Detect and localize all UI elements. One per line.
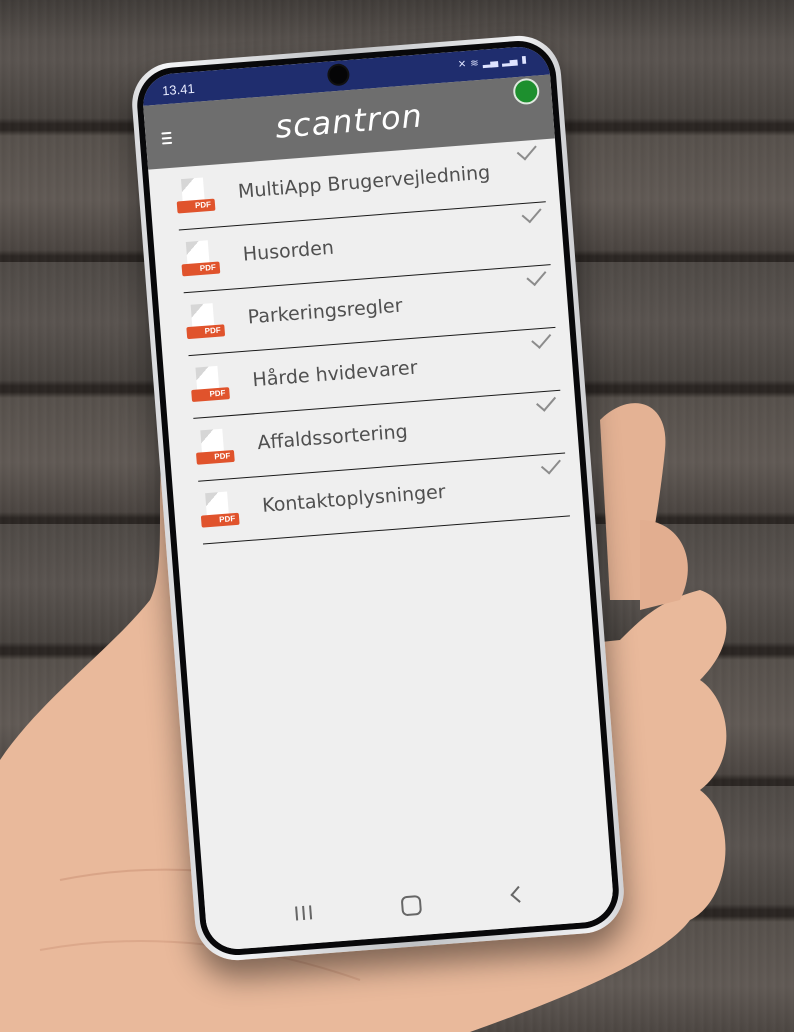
mute-icon: ✕	[457, 58, 467, 71]
checkmark-icon	[531, 328, 552, 349]
back-icon[interactable]	[510, 885, 528, 903]
phone: 13.41 ✕ ≋ ▂▄ ▂▄ ▮ scantron PDF MultiApp …	[129, 32, 627, 964]
pdf-file-icon: PDF	[189, 365, 232, 408]
document-title: MultiApp Brugervejledning	[237, 161, 491, 203]
pdf-file-icon: PDF	[199, 491, 242, 534]
pdf-file-icon: PDF	[194, 428, 237, 471]
front-camera	[328, 65, 349, 85]
document-title: Parkeringsregler	[246, 294, 404, 329]
checkmark-icon	[526, 265, 547, 287]
pdf-file-icon: PDF	[175, 177, 218, 220]
phone-screen: 13.41 ✕ ≋ ▂▄ ▂▄ ▮ scantron PDF MultiApp …	[140, 44, 616, 952]
status-time: 13.41	[161, 80, 196, 99]
home-icon[interactable]	[400, 894, 423, 917]
document-title: Hårde hvidevarer	[251, 356, 419, 392]
pdf-badge: PDF	[195, 449, 235, 465]
pdf-file-icon: PDF	[185, 302, 228, 345]
checkmark-icon	[540, 453, 561, 475]
status-icons: ✕ ≋ ▂▄ ▂▄ ▮	[458, 54, 528, 70]
pdf-file-icon: PDF	[180, 239, 223, 282]
pdf-badge: PDF	[176, 198, 216, 214]
checkmark-icon	[521, 202, 542, 224]
battery-icon: ▮	[520, 54, 528, 66]
wifi-icon: ≋	[469, 58, 480, 70]
checkmark-icon	[536, 390, 557, 412]
pdf-badge: PDF	[191, 387, 230, 402]
pdf-badge: PDF	[181, 261, 221, 277]
document-title: Kontaktoplysninger	[261, 480, 447, 517]
signal-icon: ▂▄	[482, 56, 499, 69]
document-title: Husorden	[242, 236, 335, 266]
recent-apps-icon[interactable]	[295, 905, 313, 921]
document-list: PDF MultiApp Brugervejledning PDF Husord…	[148, 138, 584, 546]
pdf-badge: PDF	[186, 324, 226, 340]
checkmark-icon	[516, 139, 537, 161]
signal-icon: ▂▄	[501, 55, 518, 68]
document-title: Affaldssortering	[256, 420, 409, 455]
pdf-badge: PDF	[200, 512, 240, 528]
